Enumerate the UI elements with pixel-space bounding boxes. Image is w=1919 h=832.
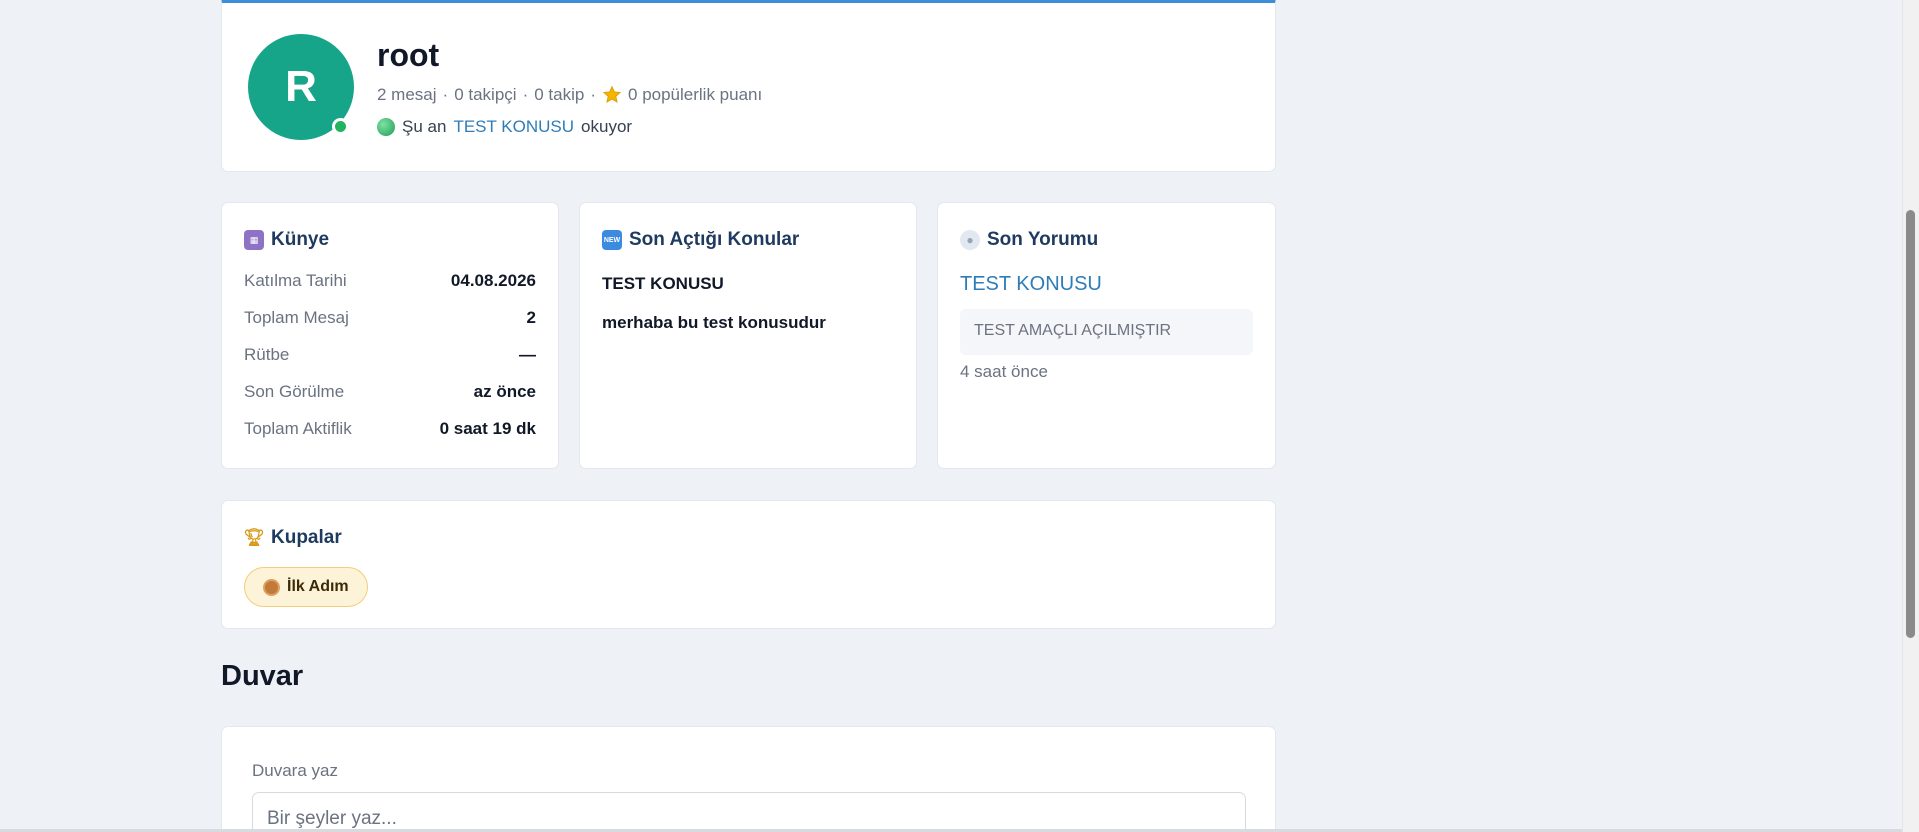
stat-separator: · xyxy=(442,85,449,104)
globe-icon xyxy=(377,118,395,136)
scrollbar-thumb[interactable] xyxy=(1906,210,1915,638)
kunye-row: Katılma Tarihi 04.08.2026 xyxy=(244,271,536,291)
wall-post-card: Duvara yaz xyxy=(221,726,1276,832)
kunye-card: ▦ Künye Katılma Tarihi 04.08.2026 Toplam… xyxy=(221,202,559,469)
online-status-indicator xyxy=(332,118,349,135)
trophy-badge-label: İlk Adım xyxy=(287,578,349,595)
profile-header: R root 2 mesaj · 0 takipçi · 0 takip · 0… xyxy=(221,0,1276,172)
reading-prefix: Şu an xyxy=(402,117,447,136)
medal-icon xyxy=(263,578,280,596)
reading-suffix: okuyor xyxy=(581,117,633,136)
kunye-label: Katılma Tarihi xyxy=(244,271,347,290)
last-comment-quote: TEST AMAÇLI AÇILMIŞTIR xyxy=(960,309,1253,355)
new-icon: NEW xyxy=(602,230,622,250)
recent-topics-title: NEW Son Açtığı Konular xyxy=(602,229,799,251)
recent-topics-title-text: Son Açtığı Konular xyxy=(629,229,800,250)
trophies-title-text: Kupalar xyxy=(271,527,342,548)
last-comment-title-text: Son Yorumu xyxy=(987,229,1099,250)
kunye-label: Toplam Mesaj xyxy=(244,308,349,327)
kunye-label: Son Görülme xyxy=(244,382,345,401)
kunye-label: Toplam Aktiflik xyxy=(244,419,352,438)
kunye-row: Toplam Mesaj 2 xyxy=(244,308,536,328)
kunye-value: 04.08.2026 xyxy=(450,271,536,290)
last-comment-card: ● Son Yorumu TEST KONUSU TEST AMAÇLI AÇI… xyxy=(937,202,1276,469)
wall-input[interactable] xyxy=(252,792,1246,832)
last-comment-topic-link[interactable]: TEST KONUSU xyxy=(960,273,1102,296)
kunye-row: Son Görülme az önce xyxy=(244,382,536,402)
last-comment-time: 4 saat önce xyxy=(960,362,1048,381)
kunye-value: az önce xyxy=(473,382,536,401)
kunye-row: Toplam Aktiflik 0 saat 19 dk xyxy=(244,419,536,439)
kunye-label: Rütbe xyxy=(244,345,290,364)
kunye-value: 0 saat 19 dk xyxy=(439,419,536,438)
reading-topic-link[interactable]: TEST KONUSU xyxy=(453,117,574,137)
vertical-scrollbar[interactable] xyxy=(1902,0,1919,832)
kunye-value: — xyxy=(519,345,536,364)
stat-separator: · xyxy=(522,85,529,104)
trophies-title: 🏆︎ Kupalar xyxy=(243,527,342,549)
kunye-value: 2 xyxy=(526,308,536,327)
trophies-card: 🏆︎ Kupalar İlk Adım xyxy=(221,500,1276,629)
speech-bubble-icon: ● xyxy=(960,230,980,250)
username: root xyxy=(377,37,440,73)
stat-following[interactable]: 0 takip xyxy=(534,85,584,105)
trophy-badge[interactable]: İlk Adım xyxy=(244,567,368,607)
wall-heading: Duvar xyxy=(221,660,304,692)
recent-topics-card: NEW Son Açtığı Konular TEST KONUSU merha… xyxy=(579,202,917,469)
stat-followers[interactable]: 0 takipçi xyxy=(454,85,516,105)
stat-messages[interactable]: 2 mesaj xyxy=(377,85,437,105)
recent-topic-item[interactable]: merhaba bu test konusudur xyxy=(602,313,826,333)
recent-topic-item[interactable]: TEST KONUSU xyxy=(602,274,724,294)
last-comment-title: ● Son Yorumu xyxy=(960,229,1098,251)
trophy-icon: 🏆︎ xyxy=(243,528,265,547)
profile-stats: 2 mesaj · 0 takipçi · 0 takip · 0 popüle… xyxy=(377,85,762,105)
avatar-letter: R xyxy=(285,62,317,111)
calendar-icon: ▦ xyxy=(244,230,264,250)
stat-popularity: 0 popülerlik puanı xyxy=(628,85,763,104)
wall-input-label: Duvara yaz xyxy=(252,761,338,780)
kunye-row: Rütbe — xyxy=(244,345,536,365)
stat-separator: · xyxy=(590,85,597,104)
kunye-title: ▦ Künye xyxy=(244,229,329,251)
kunye-title-text: Künye xyxy=(271,229,330,250)
currently-reading: Şu an TEST KONUSU okuyor xyxy=(377,117,632,137)
star-icon xyxy=(602,85,622,103)
